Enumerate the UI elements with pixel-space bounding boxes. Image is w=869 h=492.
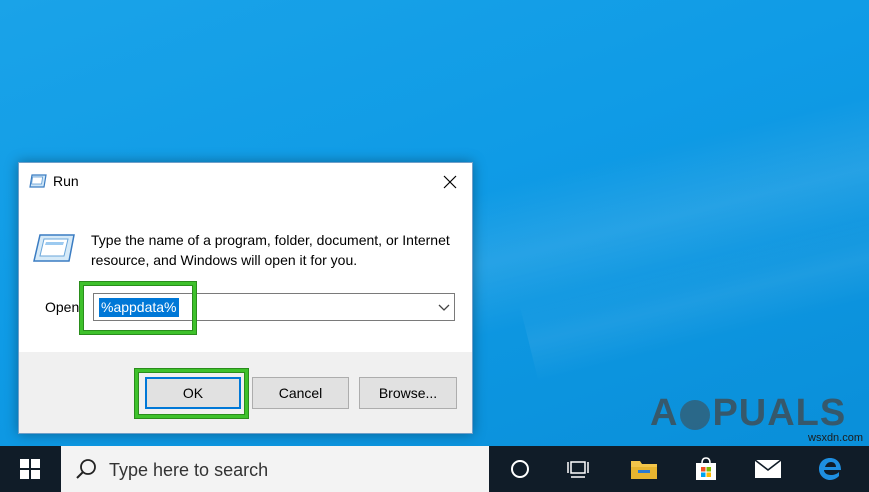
mail-icon: [754, 459, 782, 478]
file-explorer-button[interactable]: [620, 446, 668, 492]
watermark-logo: A PUALS: [650, 392, 847, 434]
watermark-site: wsxdn.com: [808, 432, 864, 444]
cortana-button[interactable]: [496, 446, 544, 492]
dialog-titlebar[interactable]: Run: [19, 163, 472, 201]
open-input-value[interactable]: %appdata%: [99, 298, 179, 317]
run-program-icon: [33, 234, 75, 262]
search-icon: [76, 459, 96, 479]
close-button[interactable]: [428, 163, 472, 201]
cortana-icon: [511, 460, 529, 478]
close-icon: [443, 175, 457, 189]
chevron-down-icon[interactable]: [438, 302, 450, 312]
store-button[interactable]: [682, 446, 730, 492]
browse-button[interactable]: Browse...: [359, 377, 457, 409]
start-button[interactable]: [0, 446, 60, 492]
dialog-description: Type the name of a program, folder, docu…: [91, 232, 450, 268]
search-placeholder: Type here to search: [109, 460, 269, 480]
mail-button[interactable]: [744, 446, 792, 492]
cancel-button[interactable]: Cancel: [252, 377, 349, 409]
dialog-title: Run: [53, 173, 79, 189]
taskbar: Type here to search: [0, 446, 869, 492]
file-explorer-icon: [631, 461, 657, 479]
edge-icon: [819, 458, 841, 480]
task-view-icon: [567, 461, 589, 478]
store-icon: [696, 457, 716, 480]
run-dialog: Run Type the name of a program, folder, …: [18, 162, 473, 434]
windows-logo-icon: [20, 459, 40, 479]
open-combobox[interactable]: %appdata%: [93, 293, 455, 321]
open-label: Open:: [45, 299, 84, 315]
task-view-button[interactable]: [554, 446, 602, 492]
taskbar-search-box[interactable]: Type here to search: [61, 446, 489, 492]
run-icon: [29, 174, 47, 188]
ok-button[interactable]: OK: [145, 377, 241, 409]
edge-button[interactable]: [806, 446, 854, 492]
